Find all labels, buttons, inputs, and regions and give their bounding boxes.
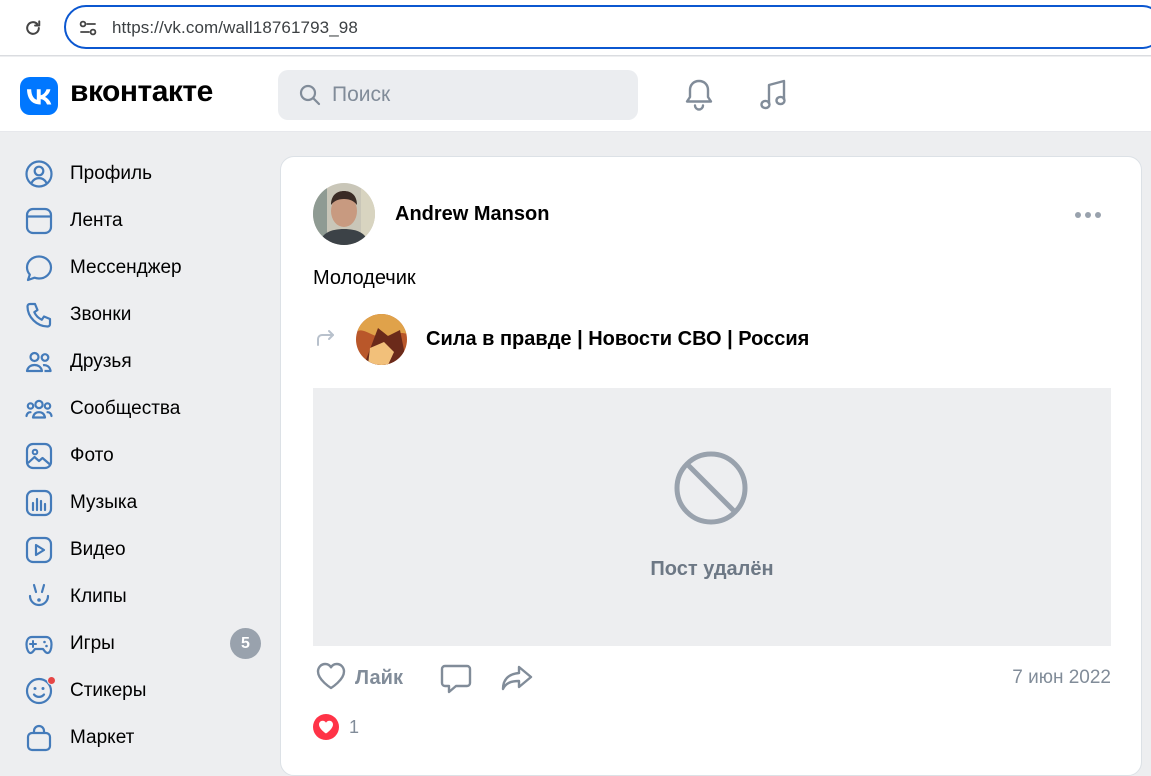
search-input[interactable]: [332, 70, 622, 120]
games-count-badge: 5: [230, 628, 261, 659]
sidebar-item-clips[interactable]: Клипы: [0, 573, 270, 620]
sidebar-item-games[interactable]: Игры 5: [0, 620, 270, 667]
photo-icon: [24, 441, 54, 471]
notifications-bell-icon[interactable]: [682, 77, 716, 113]
sidebar-item-label: Лента: [70, 209, 123, 231]
sidebar-item-label: Клипы: [70, 585, 127, 607]
sidebar-item-video[interactable]: Видео: [0, 526, 270, 573]
heart-outline-icon: [315, 661, 347, 696]
sidebar-item-label: Профиль: [70, 162, 153, 184]
more-options-icon[interactable]: [1075, 209, 1105, 221]
post-author-name[interactable]: Andrew Manson: [395, 203, 549, 226]
post-date[interactable]: 7 июн 2022: [1012, 667, 1111, 689]
repost-icon: [315, 327, 337, 349]
phone-icon: [24, 300, 54, 330]
sidebar-item-feed[interactable]: Лента: [0, 197, 270, 244]
sidebar-item-profile[interactable]: Профиль: [0, 150, 270, 197]
vk-logo-icon[interactable]: [20, 77, 58, 115]
sidebar-item-label: Игры: [70, 632, 115, 654]
games-icon: [24, 629, 54, 659]
browser-toolbar: https://vk.com/wall18761793_98: [0, 0, 1151, 56]
like-button[interactable]: Лайк: [315, 661, 403, 695]
search-icon: [298, 83, 322, 107]
sidebar-item-messenger[interactable]: Мессенджер: [0, 244, 270, 291]
comment-icon[interactable]: [439, 661, 473, 695]
sidebar-item-label: Маркет: [70, 726, 135, 748]
sidebar-item-label: Друзья: [70, 350, 132, 372]
video-icon: [24, 535, 54, 565]
sidebar-item-label: Звонки: [70, 303, 132, 325]
post-actions: Лайк 7 июн 2022: [313, 657, 1111, 701]
post-text: Молодечик: [313, 267, 416, 289]
author-avatar[interactable]: [313, 183, 375, 245]
sidebar-item-label: Стикеры: [70, 679, 147, 701]
url-text[interactable]: https://vk.com/wall18761793_98: [112, 18, 358, 38]
sidebar-item-label: Фото: [70, 444, 114, 466]
search-box[interactable]: [278, 70, 638, 120]
likes-summary[interactable]: 1: [313, 712, 359, 742]
sidebar-item-label: Сообщества: [70, 397, 181, 419]
sidebar-item-communities[interactable]: Сообщества: [0, 385, 270, 432]
stickers-icon: [24, 675, 56, 706]
notification-dot: [47, 675, 56, 685]
block-icon: [671, 448, 751, 528]
site-info-icon[interactable]: [78, 18, 98, 38]
market-icon: [24, 723, 54, 753]
sidebar-item-stickers[interactable]: Стикеры: [0, 667, 270, 714]
messenger-icon: [24, 253, 54, 283]
left-sidebar: Профиль Лента Мессенджер Звонки Друзья С…: [0, 150, 270, 761]
music-icon: [24, 488, 54, 518]
share-icon[interactable]: [499, 661, 535, 695]
vk-header: вконтакте: [0, 57, 1151, 132]
feed-icon: [24, 206, 54, 236]
heart-filled-icon: [313, 714, 339, 740]
sidebar-item-label: Музыка: [70, 491, 138, 513]
sidebar-item-calls[interactable]: Звонки: [0, 291, 270, 338]
vk-wordmark[interactable]: вконтакте: [70, 75, 213, 109]
deleted-post-placeholder: Пост удалён: [313, 388, 1111, 646]
sidebar-item-music[interactable]: Музыка: [0, 479, 270, 526]
sidebar-item-market[interactable]: Маркет: [0, 714, 270, 761]
friends-icon: [24, 347, 54, 377]
sidebar-item-friends[interactable]: Друзья: [0, 338, 270, 385]
communities-icon: [24, 394, 54, 424]
likes-count: 1: [349, 716, 360, 737]
group-avatar[interactable]: [356, 314, 407, 365]
sidebar-item-photo[interactable]: Фото: [0, 432, 270, 479]
sidebar-item-label: Мессенджер: [70, 256, 182, 278]
wall-post: Andrew Manson Молодечик Сила в правде | …: [280, 156, 1142, 776]
clips-icon: [24, 582, 54, 612]
sidebar-item-label: Видео: [70, 538, 126, 560]
reload-icon[interactable]: [20, 15, 46, 41]
address-bar[interactable]: https://vk.com/wall18761793_98: [64, 5, 1151, 49]
like-label: Лайк: [355, 666, 403, 689]
profile-icon: [24, 159, 54, 189]
repost-source-name[interactable]: Сила в правде | Новости СВО | Россия: [426, 328, 809, 351]
deleted-post-message: Пост удалён: [650, 558, 774, 580]
music-note-icon[interactable]: [756, 77, 790, 113]
